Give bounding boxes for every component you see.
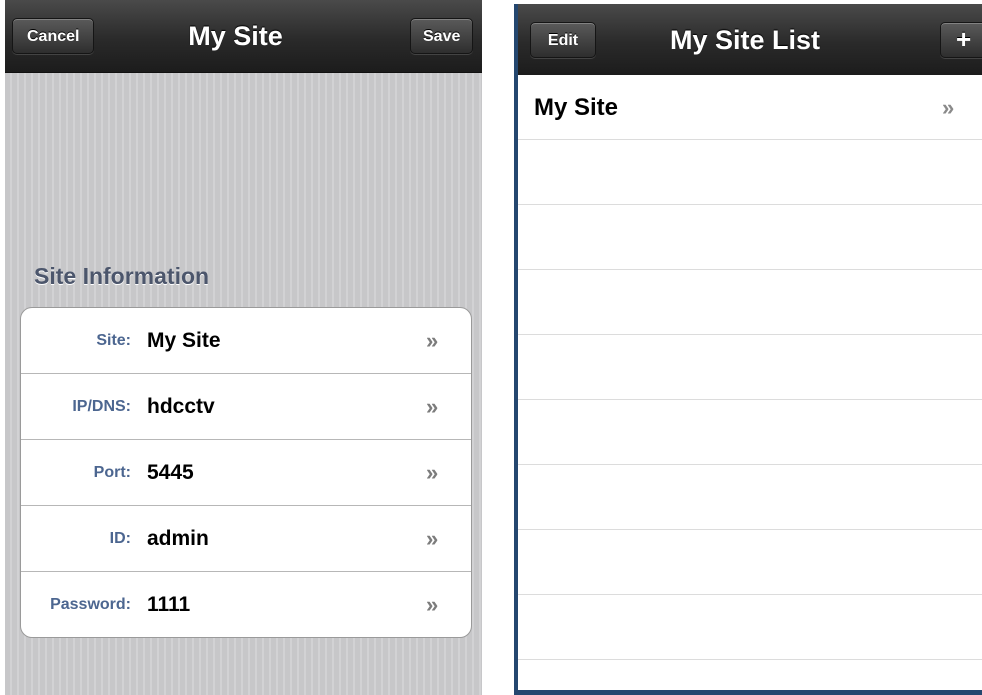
chevron-right-icon: » xyxy=(426,526,439,551)
field-value-port: 5445 xyxy=(147,461,194,484)
save-button[interactable]: Save xyxy=(410,18,474,54)
chevron-right-icon: » xyxy=(942,95,955,120)
field-row-site[interactable]: Site: My Site » xyxy=(21,308,471,374)
chevron-right-icon: » xyxy=(426,328,439,353)
list-item-label: My Site xyxy=(534,94,619,121)
list-row-empty xyxy=(518,205,982,270)
site-info-table: Site: My Site » IP/DNS: hdcctv » Port: 5… xyxy=(20,307,472,638)
list-row-empty xyxy=(518,530,982,595)
list-item-my-site[interactable]: My Site » xyxy=(518,75,982,140)
list-row-empty xyxy=(518,270,982,335)
edit-page-title: My Site xyxy=(188,21,283,51)
list-row-empty xyxy=(518,660,982,690)
site-list: My Site » xyxy=(518,75,982,690)
chevron-right-icon: » xyxy=(426,460,439,485)
field-value-id: admin xyxy=(147,527,209,550)
list-row-empty xyxy=(518,140,982,205)
field-value-site: My Site xyxy=(147,329,221,352)
edit-navbar: Cancel My Site Save xyxy=(5,0,482,73)
field-row-ip-dns[interactable]: IP/DNS: hdcctv » xyxy=(21,374,471,440)
field-label-port: Port: xyxy=(93,464,131,481)
list-row-empty xyxy=(518,465,982,530)
list-row-empty xyxy=(518,595,982,660)
site-list-screen: Edit My Site List + My Site » xyxy=(514,4,982,695)
chevron-right-icon: » xyxy=(426,394,439,419)
site-edit-screen: Cancel My Site Save Site Information Sit… xyxy=(5,0,482,695)
edit-button[interactable]: Edit xyxy=(530,22,596,58)
field-label-site: Site: xyxy=(96,332,131,349)
field-value-ip-dns: hdcctv xyxy=(147,395,215,418)
list-navbar: Edit My Site List + xyxy=(518,4,982,76)
field-label-id: ID: xyxy=(109,530,131,547)
field-label-password: Password: xyxy=(50,596,131,613)
list-page-title: My Site List xyxy=(670,25,821,55)
field-row-port[interactable]: Port: 5445 » xyxy=(21,440,471,506)
list-row-empty xyxy=(518,400,982,465)
list-row-empty xyxy=(518,335,982,400)
field-value-password: 1111 xyxy=(147,593,191,616)
field-row-id[interactable]: ID: admin » xyxy=(21,506,471,572)
add-site-button[interactable]: + xyxy=(940,22,982,58)
section-header-site-information: Site Information xyxy=(34,263,210,289)
field-label-ip-dns: IP/DNS: xyxy=(72,398,131,415)
field-row-password[interactable]: Password: 1111 » xyxy=(21,572,471,637)
chevron-right-icon: » xyxy=(426,592,439,617)
